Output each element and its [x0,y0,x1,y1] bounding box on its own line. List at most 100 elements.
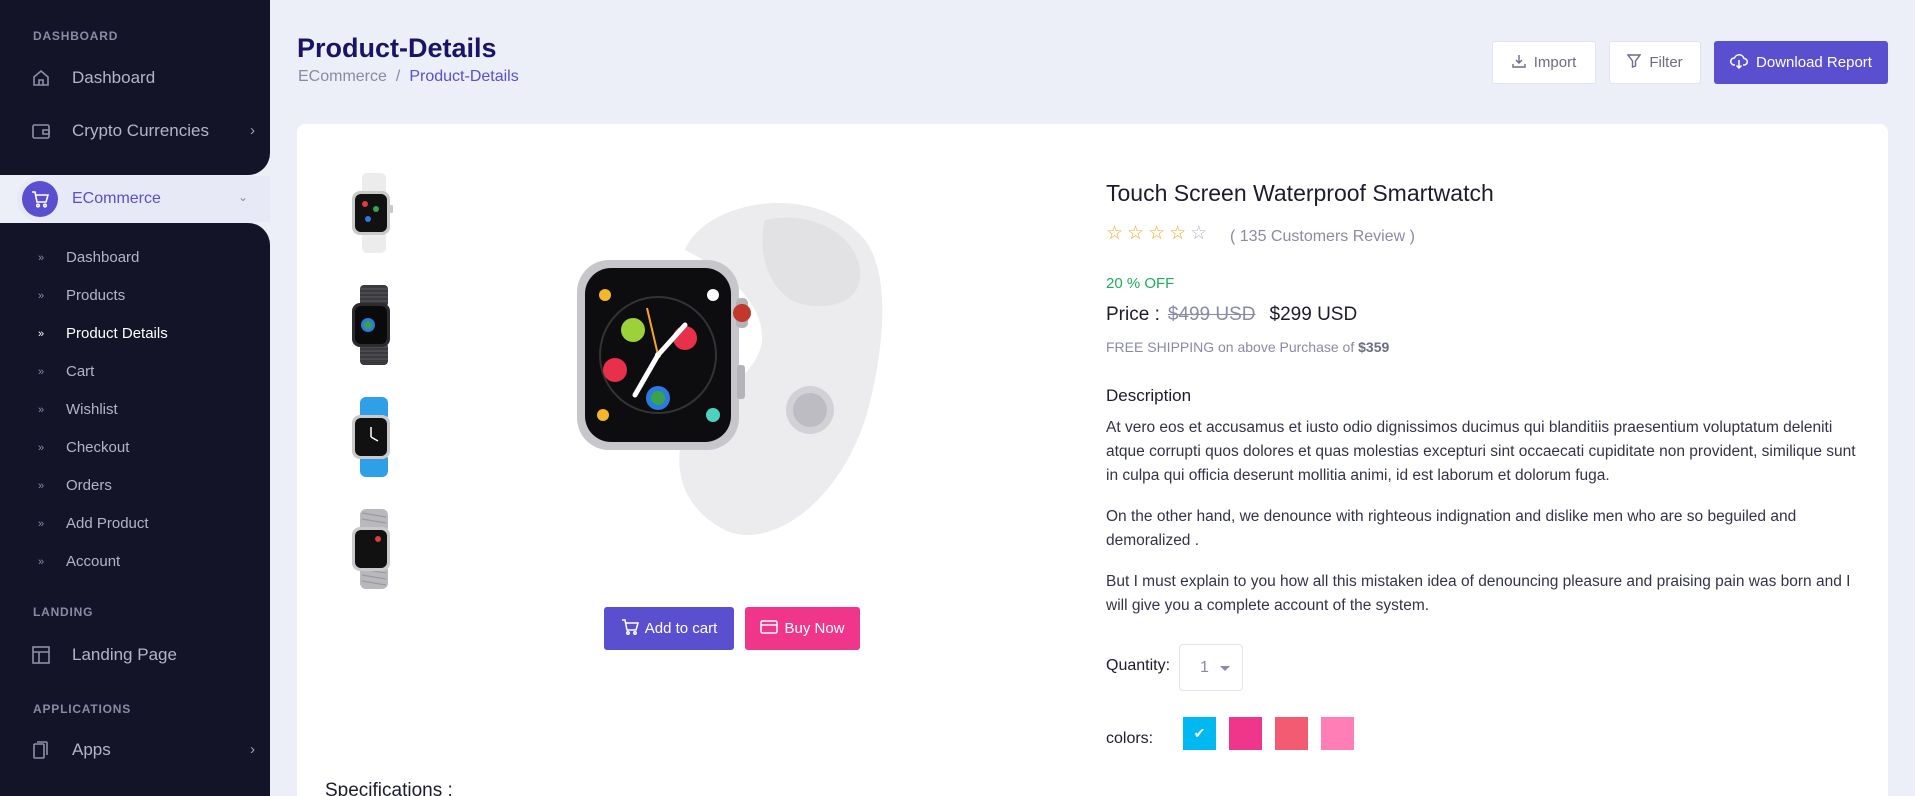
import-label: Import [1533,54,1577,71]
sidebar-subitem-label: Orders [66,477,112,494]
product-thumbnail-4[interactable] [335,506,413,592]
sidebar-item-label: Apps [72,740,111,759]
price-new: $299 USD [1269,304,1358,325]
sidebar-subitem-label: Product Details [66,325,168,342]
sidebar-subitem[interactable]: » Wishlist [38,401,118,418]
credit-card-icon [760,619,779,638]
sidebar-subitem[interactable]: » Cart [38,363,94,380]
sidebar-subitem[interactable]: » Product Details [38,325,168,342]
check-icon: ✔ [1193,725,1206,741]
import-button[interactable]: Import [1492,41,1596,84]
download-report-label: Download Report [1756,54,1872,71]
cart-icon [621,618,639,639]
chevron-down-icon: ⌄ [237,190,248,204]
price-label: Price : [1106,304,1160,325]
shipping-text: FREE SHIPPING on above Purchase of [1106,339,1355,355]
chevron-double-right-icon: » [38,327,45,340]
buy-now-button[interactable]: Buy Now [745,607,860,650]
chevron-double-right-icon: » [38,251,45,264]
add-to-cart-label: Add to cart [644,620,718,637]
product-thumbnail-2[interactable] [335,282,413,368]
description-paragraph: At vero eos et accusamus et iusto odio d… [1106,419,1856,484]
quantity-select[interactable]: 1 [1179,644,1243,691]
color-swatch[interactable] [1321,717,1354,750]
product-thumbnail-3[interactable] [335,394,413,480]
chevron-right-icon: › [250,122,255,139]
wallet-icon [30,120,52,142]
filter-button[interactable]: Filter [1609,41,1701,84]
star-empty-icon: ☆ [1190,223,1208,244]
colors-label: colors: [1106,730,1154,747]
color-swatch[interactable] [1229,717,1262,750]
description-paragraph: But I must explain to you how all this m… [1106,573,1851,614]
sidebar-subitem-label: Add Product [66,515,149,532]
breadcrumb-ecommerce[interactable]: ECommerce [298,68,387,86]
product-thumbnail-1[interactable] [335,170,413,256]
sidebar-subitem[interactable]: » Orders [38,477,112,494]
sidebar-subitem[interactable]: » Account [38,553,120,570]
star-filled-icon: ☆ [1169,223,1187,244]
sidebar-subitem-label: Wishlist [66,401,118,418]
quantity-value: 1 [1200,658,1209,676]
sidebar-section-dashboard: DASHBOARD [33,29,119,43]
sidebar-subitem[interactable]: » Add Product [38,515,149,532]
price-row: Price : $499 USD $299 USD [1106,304,1357,326]
chevron-double-right-icon: » [38,289,45,302]
color-swatch[interactable] [1275,717,1308,750]
star-filled-icon: ☆ [1148,223,1166,244]
sidebar-item-crypto[interactable]: Crypto Currencies › [30,118,255,144]
shipping-amount: $359 [1358,339,1390,355]
shipping-note: FREE SHIPPING on above Purchase of $359 [1106,339,1389,355]
add-to-cart-button[interactable]: Add to cart [604,607,734,650]
home-icon [30,67,52,89]
apps-icon [30,739,52,761]
sidebar-item-ecommerce[interactable]: ECommerce ⌄ [17,176,270,222]
chevron-double-right-icon: » [38,517,45,530]
description-paragraph: On the other hand, we denounce with righ… [1106,508,1797,549]
cart-icon [22,181,58,217]
sidebar-item-label: ECommerce [72,190,161,207]
discount-badge: 20 % OFF [1106,275,1175,292]
breadcrumb-separator: / [395,68,401,85]
sidebar-subitem-label: Products [66,287,126,304]
review-count[interactable]: ( 135 Customers Review ) [1230,228,1415,246]
sidebar-subitem-label: Checkout [66,439,130,456]
page-title: Product-Details [297,33,497,63]
layout-icon [30,644,52,666]
sidebar-item-landing-page[interactable]: Landing Page [30,642,255,668]
star-filled-icon: ☆ [1106,223,1124,244]
download-report-button[interactable]: Download Report [1714,41,1888,84]
breadcrumb: ECommerce / Product-Details [298,68,519,86]
sidebar-item-label: Crypto Currencies [72,121,209,140]
specifications-title: Specifications : [325,780,453,796]
breadcrumb-current: Product-Details [409,68,519,85]
sidebar-item-label: Landing Page [72,645,177,664]
cloud-download-icon [1730,53,1748,73]
buy-now-label: Buy Now [784,620,845,637]
sidebar-section-applications: APPLICATIONS [33,702,132,716]
sidebar-item-dashboard[interactable]: Dashboard [30,65,255,91]
product-main-image [575,190,885,545]
chevron-double-right-icon: » [38,403,45,416]
sidebar-subitem-label: Account [66,553,121,570]
chevron-right-icon: › [250,741,255,758]
download-icon [1512,54,1526,72]
sidebar-subitem-label: Dashboard [66,249,140,266]
sidebar-item-apps[interactable]: Apps › [30,737,255,763]
chevron-double-right-icon: » [38,441,45,454]
sidebar-item-label: Dashboard [72,68,156,87]
sidebar-section-landing: LANDING [33,605,94,619]
star-filled-icon: ☆ [1127,223,1145,244]
chevron-double-right-icon: » [38,365,45,378]
price-old: $499 USD [1167,304,1256,325]
sidebar-subitem[interactable]: » Dashboard [38,249,139,266]
sidebar: DASHBOARD Dashboard Crypto Currencies › … [0,0,270,796]
caret-down-icon [1220,666,1230,671]
filter-icon [1626,53,1642,72]
rating-stars: ☆ ☆ ☆ ☆ ☆ [1106,224,1207,243]
color-swatch[interactable]: ✔ [1183,717,1216,750]
sidebar-subitem[interactable]: » Checkout [38,439,129,456]
quantity-label: Quantity: [1106,657,1171,674]
sidebar-subitem[interactable]: » Products [38,287,125,304]
filter-label: Filter [1649,54,1683,71]
